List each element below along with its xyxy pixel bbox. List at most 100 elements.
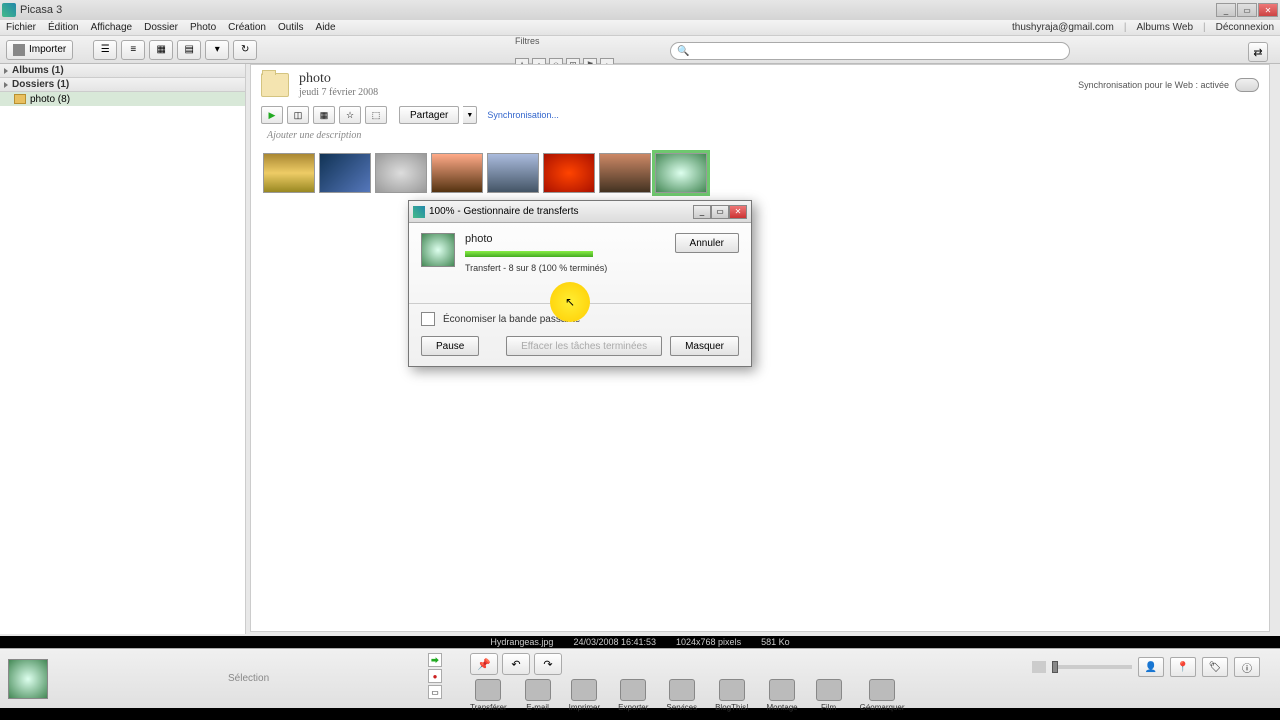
folder-name: photo — [299, 71, 378, 87]
cancel-upload-button[interactable]: Annuler — [675, 233, 739, 253]
clear-finished-button[interactable]: Effacer les tâches terminées — [506, 336, 662, 356]
status-datetime: 24/03/2008 16:41:53 — [573, 637, 656, 647]
tray-action-montage[interactable]: Montage — [766, 679, 797, 712]
status-filename: Hydrangeas.jpg — [490, 637, 553, 647]
transférer-icon — [475, 679, 501, 701]
window-title: Picasa 3 — [20, 4, 62, 16]
view-tree-button[interactable]: ☰ — [93, 40, 117, 60]
tag-button[interactable]: 🏷 — [1202, 657, 1228, 677]
actionbar-btn-2[interactable]: ▦ — [313, 106, 335, 124]
pause-button[interactable]: Pause — [421, 336, 479, 356]
hide-button[interactable]: Masquer — [670, 336, 739, 356]
web-albums-link[interactable]: Albums Web — [1137, 22, 1194, 33]
toolbar-switch-button[interactable]: ⇄ — [1248, 42, 1268, 62]
menu-create[interactable]: Création — [228, 22, 266, 33]
info-button[interactable]: ⓘ — [1234, 657, 1260, 677]
dialog-title: 100% - Gestionnaire de transferts — [429, 206, 579, 217]
actionbar-btn-3[interactable]: ☆ — [339, 106, 361, 124]
bandwidth-label: Économiser la bande passante — [443, 314, 580, 325]
dialog-minimize-button[interactable]: _ — [693, 205, 711, 219]
view-dropdown-button[interactable]: ▾ — [205, 40, 229, 60]
search-input[interactable]: 🔍 — [670, 42, 1070, 60]
e-mail-icon — [525, 679, 551, 701]
tray-action-exporter[interactable]: Exporter — [618, 679, 648, 712]
tray-clear-button[interactable]: ▭ — [428, 685, 442, 699]
thumbnail-grid — [251, 145, 1269, 201]
share-dropdown-button[interactable]: ▼ — [463, 106, 477, 124]
play-slideshow-button[interactable]: ▶ — [261, 106, 283, 124]
tray-remove-button[interactable]: ● — [428, 669, 442, 683]
menu-photo[interactable]: Photo — [190, 22, 216, 33]
actionbar-btn-4[interactable]: ⬚ — [365, 106, 387, 124]
status-dimensions: 1024x768 pixels — [676, 637, 741, 647]
thumbnail[interactable] — [263, 153, 315, 193]
minimize-button[interactable]: _ — [1216, 3, 1236, 17]
thumbnail[interactable] — [431, 153, 483, 193]
menu-folder[interactable]: Dossier — [144, 22, 178, 33]
géomarquer-icon — [869, 679, 895, 701]
folder-icon — [14, 94, 26, 104]
app-icon — [413, 206, 425, 218]
status-size: 581 Ko — [761, 637, 790, 647]
tray-action-e-mail[interactable]: E-mail — [525, 679, 551, 712]
description-field[interactable]: Ajouter une description — [251, 126, 1269, 145]
menu-edit[interactable]: Édition — [48, 22, 79, 33]
dialog-maximize-button[interactable]: ▭ — [711, 205, 729, 219]
logout-link[interactable]: Déconnexion — [1216, 22, 1274, 33]
actionbar-btn-1[interactable]: ◫ — [287, 106, 309, 124]
thumbnail[interactable] — [319, 153, 371, 193]
zoom-slider[interactable] — [1052, 665, 1132, 669]
menu-tools[interactable]: Outils — [278, 22, 304, 33]
sync-toggle[interactable] — [1235, 78, 1259, 92]
titlebar: Picasa 3 _ ▭ ✕ — [0, 0, 1280, 20]
tray-action-imprimer[interactable]: Imprimer — [569, 679, 601, 712]
import-icon — [13, 44, 25, 56]
tray-action-services[interactable]: Services — [666, 679, 697, 712]
share-button[interactable]: Partager — [399, 106, 459, 124]
tray-selection-label: Sélection — [228, 673, 269, 684]
tray-action-film[interactable]: Film — [816, 679, 842, 712]
sync-link[interactable]: Synchronisation... — [487, 110, 559, 120]
sidebar-albums-header[interactable]: Albums (1) — [0, 64, 245, 78]
account-email[interactable]: thushyraja@gmail.com — [1012, 22, 1114, 33]
rotate-left-button[interactable]: ↶ — [502, 653, 530, 675]
geotag-button[interactable]: 📍 — [1170, 657, 1196, 677]
tray-thumbnail[interactable] — [8, 659, 48, 699]
maximize-button[interactable]: ▭ — [1237, 3, 1257, 17]
progress-bar — [465, 251, 593, 257]
sidebar-item-photo[interactable]: photo (8) — [0, 92, 245, 106]
thumbnail[interactable] — [599, 153, 651, 193]
rotate-right-button[interactable]: ↷ — [534, 653, 562, 675]
zoom-icon — [1032, 661, 1046, 673]
close-button[interactable]: ✕ — [1258, 3, 1278, 17]
view-thumbs-small-button[interactable]: ▦ — [149, 40, 173, 60]
search-icon: 🔍 — [677, 46, 689, 57]
thumbnail[interactable] — [543, 153, 595, 193]
imprimer-icon — [571, 679, 597, 701]
film-icon — [816, 679, 842, 701]
bandwidth-checkbox[interactable] — [421, 312, 435, 326]
hold-button[interactable]: 📌 — [470, 653, 498, 675]
tray-action-blogthis![interactable]: BlogThis! — [715, 679, 748, 712]
tag-people-button[interactable]: 👤 — [1138, 657, 1164, 677]
tray-action-géomarquer[interactable]: Géomarquer — [860, 679, 905, 712]
sidebar-folders-header[interactable]: Dossiers (1) — [0, 78, 245, 92]
menu-file[interactable]: Fichier — [6, 22, 36, 33]
view-thumbs-large-button[interactable]: ▤ — [177, 40, 201, 60]
dialog-close-button[interactable]: ✕ — [729, 205, 747, 219]
refresh-button[interactable]: ↻ — [233, 40, 257, 60]
menu-view[interactable]: Affichage — [91, 22, 133, 33]
transfer-manager-dialog: 100% - Gestionnaire de transferts _ ▭ ✕ … — [408, 200, 752, 367]
thumbnail[interactable] — [375, 153, 427, 193]
thumbnail[interactable] — [487, 153, 539, 193]
tray-action-transférer[interactable]: Transférer — [470, 679, 507, 712]
progress-text: Transfert - 8 sur 8 (100 % terminés) — [465, 263, 665, 273]
dialog-titlebar[interactable]: 100% - Gestionnaire de transferts _ ▭ ✕ — [409, 201, 751, 223]
view-flat-button[interactable]: ≡ — [121, 40, 145, 60]
upload-thumbnail — [421, 233, 455, 267]
tray-add-button[interactable]: ⮕ — [428, 653, 442, 667]
menu-help[interactable]: Aide — [316, 22, 336, 33]
content-area: photo jeudi 7 février 2008 Synchronisati… — [250, 64, 1270, 632]
thumbnail-selected[interactable] — [655, 153, 707, 193]
import-button[interactable]: Importer — [6, 40, 73, 60]
